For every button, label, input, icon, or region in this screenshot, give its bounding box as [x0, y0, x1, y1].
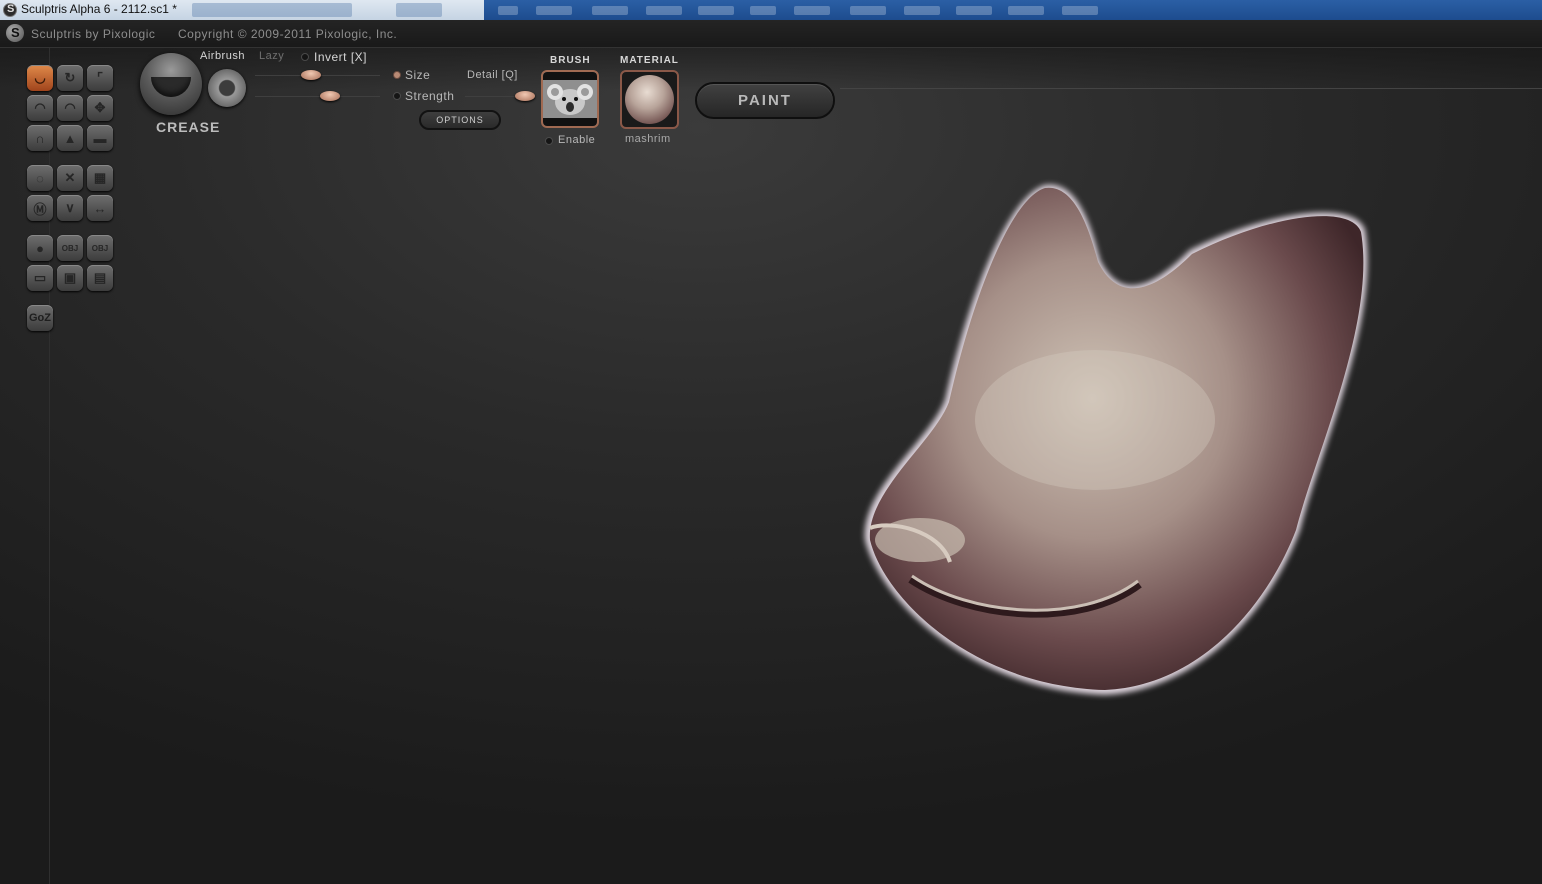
goz-button[interactable]: GoZ: [27, 305, 53, 331]
brush-section-title: BRUSH: [550, 55, 591, 66]
reduce-selected-button[interactable]: ✕: [57, 165, 83, 191]
reduce-brush-button[interactable]: ◌: [27, 165, 53, 191]
window-title: Sculptris Alpha 6 - 2112.sc1 *: [21, 2, 177, 16]
mask-icon: Ⓜ: [33, 201, 47, 217]
grab-tool-button[interactable]: ✥: [87, 95, 113, 121]
invert-radio[interactable]: [301, 53, 309, 61]
new-sphere-button[interactable]: ●: [27, 235, 53, 261]
mask-button[interactable]: Ⓜ: [27, 195, 53, 221]
koala-image: [543, 72, 597, 126]
inflate-icon: ◠: [64, 100, 76, 115]
move-arrows-icon: ✥: [94, 100, 106, 115]
background-window-strip: [484, 0, 1542, 20]
sculptris-app-icon: [3, 3, 17, 17]
sculpt-mesh[interactable]: [850, 170, 1380, 710]
material-thumbnail[interactable]: [620, 70, 679, 129]
brush-enable-radio[interactable]: [545, 137, 553, 145]
rotate-icon: ↻: [64, 70, 76, 85]
material-section-title: MATERIAL: [620, 55, 679, 66]
symmetry-icon: ∨: [65, 200, 75, 215]
size-radio[interactable]: [393, 71, 401, 79]
background-tab[interactable]: [396, 3, 442, 17]
brush-name: CREASE: [156, 119, 221, 135]
mound-icon: ◠: [34, 100, 46, 115]
pinch-icon: ∩: [35, 130, 45, 146]
reduce-x-icon: ✕: [64, 170, 76, 185]
reduce-icon: ◌: [36, 170, 44, 186]
material-sphere-icon: [625, 75, 674, 124]
inflate-tool-button[interactable]: ◠: [57, 95, 83, 121]
plane-icon: ▭: [33, 270, 47, 285]
flatten-tool-button[interactable]: ▲: [57, 125, 83, 151]
material-name: mashrim: [625, 133, 671, 145]
app-name: Sculptris by Pixologic: [31, 27, 156, 41]
rotate-tool-button[interactable]: ↻: [57, 65, 83, 91]
detail-slider-knob[interactable]: [514, 91, 535, 101]
symmetry-button[interactable]: ∨: [57, 195, 83, 221]
strength-label: Strength: [405, 89, 455, 103]
app-header: Sculptris by Pixologic Copyright © 2009-…: [0, 20, 1542, 48]
save-file-icon: ▤: [93, 270, 107, 285]
grid-icon: ▦: [93, 170, 107, 185]
mirror-button[interactable]: ↔: [87, 195, 113, 221]
open-file-icon: ▣: [63, 270, 77, 285]
airbrush-toggle[interactable]: [208, 69, 246, 107]
brush-enable-label: Enable: [558, 134, 596, 146]
subdivide-button[interactable]: ▦: [87, 165, 113, 191]
import-obj-button[interactable]: OBJ: [57, 235, 83, 261]
crease-tool-button[interactable]: ◡: [27, 65, 53, 91]
strength-radio[interactable]: [393, 92, 401, 100]
crease-icon: ◡: [34, 70, 46, 85]
detail-label: Detail [Q]: [467, 69, 518, 81]
scale-tool-button[interactable]: ⌜: [87, 65, 113, 91]
pinch-tool-button[interactable]: ∩: [27, 125, 53, 151]
new-plane-button[interactable]: ▭: [27, 265, 53, 291]
open-button[interactable]: ▣: [57, 265, 83, 291]
window-title-bar: Sculptris Alpha 6 - 2112.sc1 *: [0, 0, 1542, 20]
sculptris-logo-icon: [6, 24, 24, 42]
crease-brush-preview[interactable]: [140, 53, 202, 115]
strength-slider-track[interactable]: [255, 96, 380, 97]
strength-slider-knob[interactable]: [320, 91, 340, 101]
obj-export-icon: OBJ: [91, 243, 109, 253]
export-obj-button[interactable]: OBJ: [87, 235, 113, 261]
smooth-icon: ▬: [93, 130, 107, 146]
background-tab[interactable]: [192, 3, 352, 17]
smooth-tool-button[interactable]: ▬: [87, 125, 113, 151]
invert-label[interactable]: Invert [X]: [314, 50, 367, 64]
copyright-text: Copyright © 2009-2011 Pixologic, Inc.: [178, 27, 398, 41]
mirror-arrows-icon: ↔: [93, 200, 107, 216]
sphere-icon: ●: [36, 240, 44, 256]
lazy-label[interactable]: Lazy: [259, 50, 284, 62]
obj-import-icon: OBJ: [61, 243, 79, 253]
toolbar-divider: [840, 88, 1542, 89]
size-label: Size: [405, 68, 431, 82]
save-button[interactable]: ▤: [87, 265, 113, 291]
paint-button[interactable]: PAINT: [695, 82, 835, 119]
flatten-icon: ▲: [63, 130, 77, 146]
options-button[interactable]: OPTIONS: [419, 110, 501, 130]
brush-texture-thumbnail[interactable]: [541, 70, 599, 128]
crop-scale-icon: ⌜: [96, 70, 104, 85]
goz-icon: GoZ: [29, 312, 51, 324]
airbrush-label: Airbrush: [200, 50, 245, 62]
draw-tool-button[interactable]: ◠: [27, 95, 53, 121]
